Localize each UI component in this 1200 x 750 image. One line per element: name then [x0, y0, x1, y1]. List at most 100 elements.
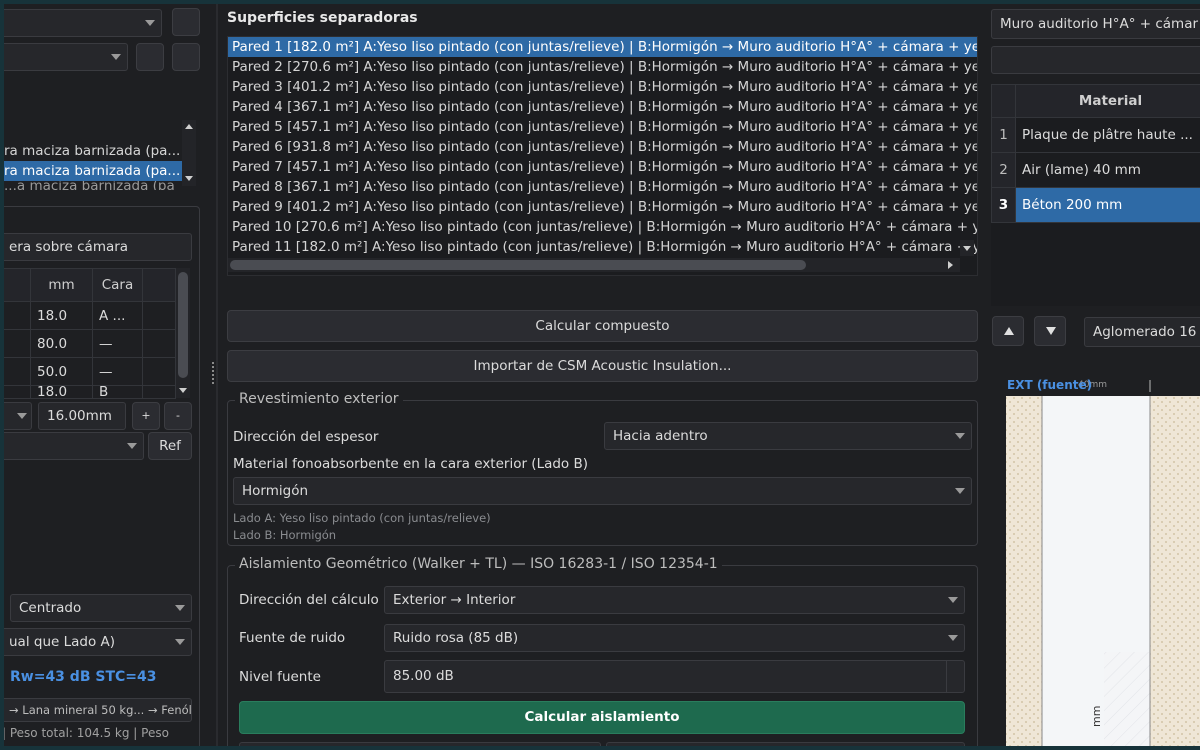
direction-label: Dirección del espesor: [233, 429, 379, 445]
move-up-button[interactable]: [992, 316, 1024, 346]
left-top-square-button-3[interactable]: [172, 43, 200, 71]
absorb-combo[interactable]: Hormigón: [233, 477, 972, 505]
scroll-right-icon[interactable]: [948, 261, 953, 269]
chevron-down-icon: [127, 443, 137, 449]
table-row[interactable]: 18.0 B: [4, 385, 176, 399]
scroll-thumb[interactable]: [230, 260, 806, 270]
left-top-combo-1[interactable]: [4, 9, 162, 37]
wall-type-combo[interactable]: Muro auditorio H°A° + cámar: [991, 9, 1200, 39]
wall-list-item[interactable]: Pared 5 [457.1 m²] A:Yeso liso pintado (…: [228, 117, 977, 137]
list-item[interactable]: ...a maciza barnizada (pa: [4, 181, 196, 190]
list-item-selected[interactable]: ra maciza barnizada (pa...: [4, 161, 196, 181]
table-header-cara: Cara: [92, 268, 143, 302]
layer-name-field[interactable]: era sobre cámara: [4, 233, 192, 261]
calc-direction-label: Dirección del cálculo: [239, 592, 379, 608]
wall-list-item[interactable]: Pared 7 [457.1 m²] A:Yeso liso pintado (…: [228, 157, 977, 177]
table-corner: [991, 84, 1016, 118]
table-row[interactable]: 50.0—: [4, 357, 176, 386]
weight-footer: | Peso total: 104.5 kg | Peso: [4, 726, 169, 740]
alignment-combo[interactable]: Centrado: [10, 594, 192, 622]
vertical-dimension-label: mm: [1090, 705, 1103, 727]
left-table-scrollbar[interactable]: [176, 268, 190, 398]
left-list-scrollbar[interactable]: [182, 120, 196, 186]
table-row-selected[interactable]: 3 Béton 200 mm: [991, 187, 1200, 223]
wall-list-item[interactable]: Pared 11 [182.0 m²] A:Yeso liso pintado …: [228, 237, 977, 257]
scroll-up-icon[interactable]: [185, 124, 193, 129]
left-material-combo[interactable]: [4, 432, 144, 460]
bottom-combo-right[interactable]: [606, 742, 965, 746]
left-top-combo-2[interactable]: [4, 43, 128, 71]
remove-layer-button[interactable]: -: [164, 402, 192, 430]
add-layer-button[interactable]: +: [132, 402, 160, 430]
table-header-material: Material: [1015, 84, 1200, 118]
ref-button[interactable]: Ref: [148, 432, 192, 460]
calc-composite-button[interactable]: Calcular compuesto: [227, 310, 978, 342]
list-item[interactable]: ra maciza barnizada (pa...: [4, 141, 196, 161]
plasterboard-layer: [1006, 396, 1042, 746]
wall-section-svg: [1006, 380, 1200, 746]
noise-source-combo[interactable]: Ruido rosa (85 dB): [384, 624, 965, 652]
calc-direction-combo[interactable]: Exterior → Interior: [384, 586, 965, 614]
side-b-note: Lado B: Hormigón: [233, 528, 337, 542]
wall-list-item[interactable]: Pared 3 [401.2 m²] A:Yeso liso pintado (…: [228, 77, 977, 97]
table-row[interactable]: 18.0 A ...: [4, 301, 176, 330]
chevron-down-icon: [955, 433, 965, 439]
wall-list-item[interactable]: Pared 4 [367.1 m²] A:Yeso liso pintado (…: [228, 97, 977, 117]
exterior-source-label: EXT (fuente): [1007, 378, 1093, 392]
wall-section-diagram: 40mm EXT (fuente) mm: [1004, 372, 1200, 746]
left-top-square-button-2[interactable]: [136, 43, 164, 71]
chevron-down-icon: [948, 635, 958, 641]
source-level-label: Nivel fuente: [239, 669, 321, 685]
scroll-down-icon[interactable]: [963, 246, 971, 251]
left-material-list[interactable]: ra maciza barnizada (pa... ra maciza bar…: [4, 120, 196, 190]
walls-list-hscroll[interactable]: [228, 258, 960, 272]
left-layers-table[interactable]: mm Cara 18.0 A ... 80.0— 50.0— 18.0 B: [4, 268, 176, 399]
chevron-down-icon: [17, 413, 27, 419]
calc-isolation-button[interactable]: Calcular aislamiento: [239, 701, 965, 734]
splitter-handle-icon[interactable]: [212, 362, 216, 384]
wall-list-item[interactable]: Pared 6 [931.8 m²] A:Yeso liso pintado (…: [228, 137, 977, 157]
chevron-down-icon: [948, 597, 958, 603]
scroll-thumb[interactable]: [178, 272, 188, 378]
arrow-down-icon: [1046, 327, 1056, 335]
layers-summary-field: → Lana mineral 50 kg... → Fenólic: [4, 698, 192, 722]
source-level-spinbox[interactable]: 85.00 dB: [384, 660, 965, 693]
move-down-button[interactable]: [1034, 316, 1066, 346]
table-row[interactable]: 2 Air (lame) 40 mm: [991, 152, 1200, 188]
wall-list-item[interactable]: Pared 8 [367.1 m²] A:Yeso liso pintado (…: [228, 177, 977, 197]
scroll-down-icon[interactable]: [179, 388, 187, 393]
chevron-down-icon: [111, 54, 121, 60]
import-csm-button[interactable]: Importar de CSM Acoustic Insulation...: [227, 350, 978, 382]
geometric-group-title: Aislamiento Geométrico (Walker + TL) — I…: [235, 556, 722, 572]
direction-combo[interactable]: Hacia adentro: [604, 422, 972, 450]
page-title: Superficies separadoras: [227, 10, 418, 26]
table-header-extra: [142, 268, 176, 302]
noise-source-label: Fuente de ruido: [239, 630, 346, 646]
wall-list-item[interactable]: Pared 9 [401.2 m²] A:Yeso liso pintado (…: [228, 197, 977, 217]
search-field[interactable]: [991, 46, 1200, 74]
materials-table[interactable]: Material 1 Plaque de plâtre haute ... 2 …: [991, 84, 1200, 223]
chevron-down-icon: [175, 639, 185, 645]
concrete-layer: [1150, 396, 1200, 746]
table-row[interactable]: 1 Plaque de plâtre haute ...: [991, 117, 1200, 153]
chevron-down-icon: [955, 488, 965, 494]
left-top-square-button-1[interactable]: [172, 8, 200, 36]
walls-list[interactable]: Pared 1 [182.0 m²] A:Yeso liso pintado (…: [227, 36, 978, 276]
app-window: ra maciza barnizada (pa... ra maciza bar…: [4, 4, 1200, 746]
result-rw-stc: Rw=43 dB STC=43: [10, 669, 157, 685]
wall-list-item[interactable]: Pared 2 [270.6 m²] A:Yeso liso pintado (…: [228, 57, 977, 77]
spin-buttons[interactable]: [946, 661, 964, 692]
left-small-combo[interactable]: [4, 402, 32, 430]
wall-list-item-selected[interactable]: Pared 1 [182.0 m²] A:Yeso liso pintado (…: [228, 37, 977, 57]
table-header-mm: mm: [30, 268, 93, 302]
bottom-combo-left[interactable]: [239, 742, 601, 746]
scroll-down-icon[interactable]: [185, 176, 193, 181]
table-header-empty: [4, 268, 31, 302]
wall-list-item[interactable]: Pared 10 [270.6 m²] A:Yeso liso pintado …: [228, 217, 977, 237]
table-row[interactable]: 80.0—: [4, 329, 176, 358]
panel-splitter[interactable]: [216, 4, 218, 746]
walls-list-vscroll[interactable]: [960, 240, 974, 256]
thickness-spinbox[interactable]: 16.00mm: [38, 402, 126, 430]
material-add-combo[interactable]: Aglomerado 16: [1084, 317, 1200, 347]
side-b-combo[interactable]: ual que Lado A): [4, 628, 192, 656]
